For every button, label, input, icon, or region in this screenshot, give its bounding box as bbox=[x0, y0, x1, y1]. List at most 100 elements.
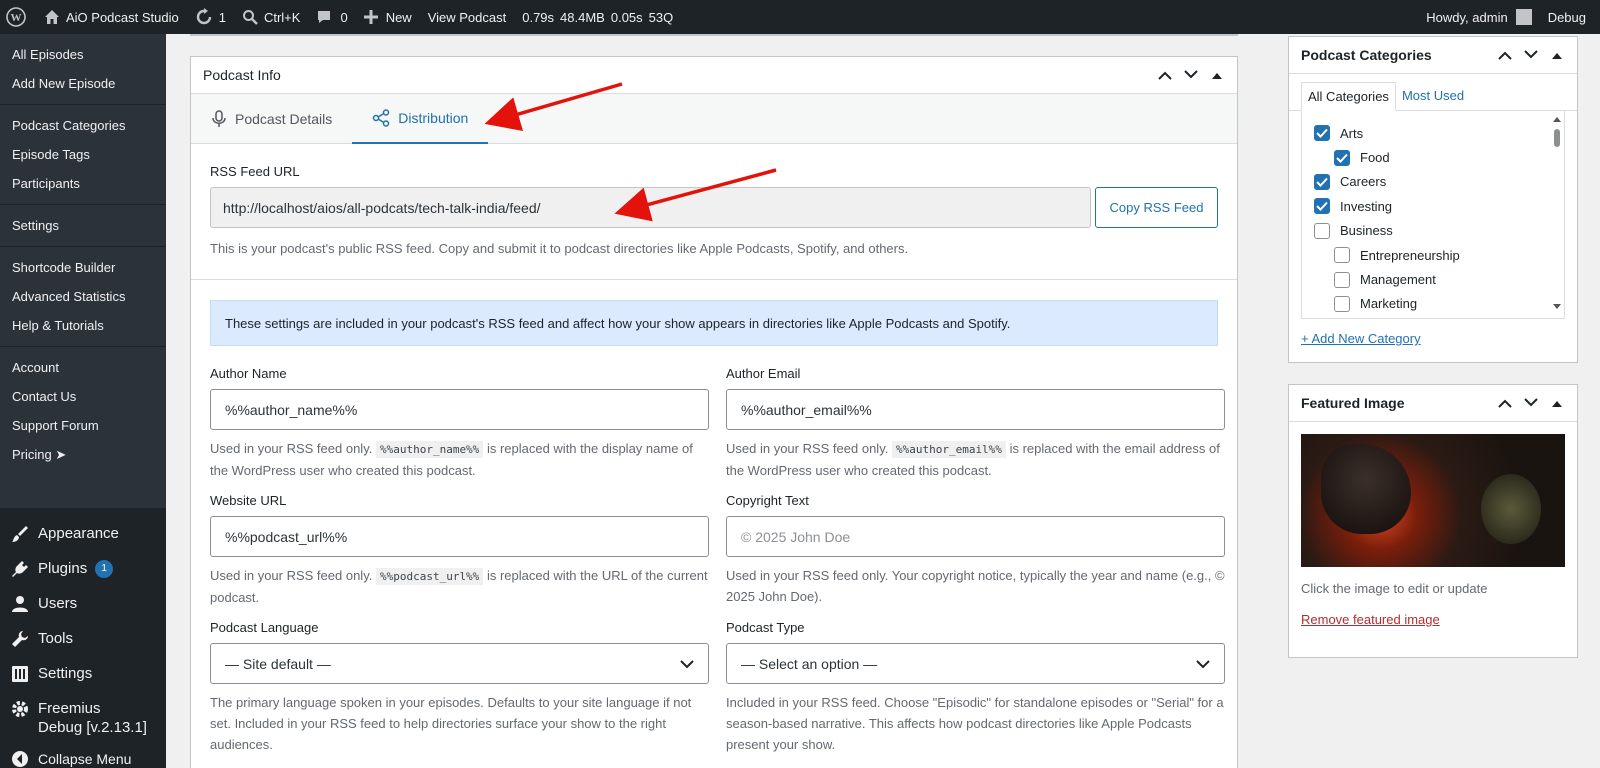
rss-settings-notice: These settings are included in your podc… bbox=[210, 300, 1218, 346]
submenu-all-episodes[interactable]: All Episodes bbox=[0, 40, 166, 69]
submenu-episode-tags[interactable]: Episode Tags bbox=[0, 140, 166, 169]
toggle-panel-icon[interactable] bbox=[1549, 395, 1565, 411]
plug-icon bbox=[10, 559, 30, 579]
toggle-panel-icon[interactable] bbox=[1549, 47, 1565, 63]
checklist-scrollbar[interactable] bbox=[1552, 115, 1562, 311]
category-item[interactable]: Business bbox=[1314, 219, 1552, 243]
chevron-down-icon bbox=[1196, 659, 1210, 668]
submenu-separator bbox=[0, 246, 166, 247]
author-name-hint: Used in your RSS feed only. %%author_nam… bbox=[210, 438, 709, 481]
view-podcast-link[interactable]: View Podcast bbox=[420, 0, 515, 34]
submenu-support-forum[interactable]: Support Forum bbox=[0, 411, 166, 440]
category-checkbox[interactable] bbox=[1314, 222, 1330, 239]
admin-bar: W AiO Podcast Studio 1 Ctrl+K 0 New View… bbox=[0, 0, 1600, 34]
menu-freemius-debug[interactable]: Freemius Debug [v.2.13.1] bbox=[0, 691, 166, 741]
category-item[interactable]: Marketing bbox=[1314, 292, 1552, 316]
podcast-submenu: All Episodes Add New Episode Podcast Cat… bbox=[0, 34, 166, 469]
menu-collapse-label: Collapse Menu bbox=[38, 750, 132, 767]
wordpress-logo-icon[interactable]: W bbox=[0, 0, 36, 34]
menu-appearance[interactable]: Appearance bbox=[0, 516, 166, 551]
rss-feed-url-field[interactable]: http://localhost/aios/all-podcats/tech-t… bbox=[210, 187, 1091, 228]
category-checkbox[interactable] bbox=[1334, 247, 1350, 264]
debug-menu[interactable]: Debug bbox=[1540, 0, 1600, 34]
website-url-hint: Used in your RSS feed only. %%podcast_ur… bbox=[210, 565, 709, 608]
chevron-down-icon bbox=[680, 659, 694, 668]
move-down-icon[interactable] bbox=[1523, 47, 1539, 63]
category-item[interactable]: Food bbox=[1314, 145, 1552, 169]
category-label: Food bbox=[1360, 150, 1390, 166]
category-checkbox[interactable] bbox=[1334, 149, 1350, 166]
copy-rss-feed-button[interactable]: Copy RSS Feed bbox=[1094, 187, 1218, 228]
author-name-field-group: Author Name %%author_name%% Used in your… bbox=[210, 366, 709, 481]
comments-count: 0 bbox=[340, 9, 348, 25]
site-name-link[interactable]: AiO Podcast Studio bbox=[36, 0, 187, 34]
author-name-label: Author Name bbox=[210, 366, 287, 381]
tab-podcast-details[interactable]: Podcast Details bbox=[191, 94, 352, 144]
tab-distribution[interactable]: Distribution bbox=[352, 94, 489, 144]
category-item[interactable]: Entrepreneurship bbox=[1314, 243, 1552, 267]
submenu-help-tutorials[interactable]: Help & Tutorials bbox=[0, 311, 166, 340]
move-down-icon[interactable] bbox=[1183, 67, 1199, 83]
website-url-input[interactable]: %%podcast_url%% bbox=[210, 516, 709, 557]
submenu-podcast-categories[interactable]: Podcast Categories bbox=[0, 111, 166, 140]
home-icon bbox=[45, 10, 59, 24]
website-url-label: Website URL bbox=[210, 493, 287, 508]
move-up-icon[interactable] bbox=[1497, 47, 1513, 63]
copyright-input[interactable]: © 2025 John Doe bbox=[726, 516, 1225, 557]
category-checkbox[interactable] bbox=[1314, 173, 1330, 190]
move-up-icon[interactable] bbox=[1497, 395, 1513, 411]
submenu-advanced-statistics[interactable]: Advanced Statistics bbox=[0, 282, 166, 311]
category-checkbox[interactable] bbox=[1334, 271, 1350, 288]
move-up-icon[interactable] bbox=[1157, 67, 1173, 83]
paintbrush-icon bbox=[10, 524, 30, 544]
category-item[interactable]: Arts bbox=[1314, 121, 1552, 145]
podcast-type-select[interactable]: — Select an option — bbox=[726, 643, 1225, 684]
menu-collapse[interactable]: Collapse Menu bbox=[0, 741, 166, 768]
user-icon bbox=[10, 594, 30, 614]
menu-users[interactable]: Users bbox=[0, 586, 166, 621]
updates-link[interactable]: 1 bbox=[187, 0, 234, 34]
author-email-input[interactable]: %%author_email%% bbox=[726, 389, 1225, 430]
remove-featured-image-link[interactable]: Remove featured image bbox=[1289, 596, 1577, 643]
howdy-text: Howdy, admin bbox=[1426, 9, 1508, 25]
menu-tools[interactable]: Tools bbox=[0, 621, 166, 656]
menu-plugins-label: Plugins bbox=[38, 560, 88, 577]
submenu-shortcode-builder[interactable]: Shortcode Builder bbox=[0, 253, 166, 282]
submenu-contact-us[interactable]: Contact Us bbox=[0, 382, 166, 411]
podcast-language-select[interactable]: — Site default — bbox=[210, 643, 709, 684]
category-item[interactable]: Management bbox=[1314, 267, 1552, 291]
featured-image-thumbnail[interactable] bbox=[1301, 434, 1565, 567]
scrollbar-thumb[interactable] bbox=[1554, 129, 1560, 147]
tab-most-used[interactable]: Most Used bbox=[1396, 82, 1470, 110]
category-checkbox[interactable] bbox=[1334, 295, 1350, 312]
submenu-account[interactable]: Account bbox=[0, 353, 166, 382]
author-name-input[interactable]: %%author_name%% bbox=[210, 389, 709, 430]
category-item[interactable]: Investing bbox=[1314, 194, 1552, 218]
move-down-icon[interactable] bbox=[1523, 395, 1539, 411]
category-item[interactable]: Careers bbox=[1314, 170, 1552, 194]
menu-settings[interactable]: Settings bbox=[0, 656, 166, 691]
submenu-add-new-episode[interactable]: Add New Episode bbox=[0, 69, 166, 98]
new-link[interactable]: New bbox=[356, 0, 420, 34]
submenu-separator bbox=[0, 204, 166, 205]
tab-all-categories[interactable]: All Categories bbox=[1301, 82, 1396, 111]
podcast-info-tabs: Podcast Details Distribution bbox=[191, 94, 1237, 144]
category-label: Entrepreneurship bbox=[1360, 247, 1460, 263]
account-menu[interactable]: Howdy, admin bbox=[1418, 0, 1539, 34]
submenu-pricing[interactable]: Pricing ➤ bbox=[0, 440, 166, 469]
category-tabs: All Categories Most Used bbox=[1289, 74, 1577, 111]
comments-link[interactable]: 0 bbox=[308, 0, 355, 34]
submenu-settings[interactable]: Settings bbox=[0, 211, 166, 240]
query-monitor[interactable]: 0.79s 48.4MB 0.05s 53Q bbox=[514, 0, 681, 34]
toggle-panel-icon[interactable] bbox=[1209, 67, 1225, 83]
category-checkbox[interactable] bbox=[1314, 125, 1330, 142]
submenu-participants[interactable]: Participants bbox=[0, 169, 166, 198]
add-new-category-link[interactable]: + Add New Category bbox=[1289, 319, 1577, 358]
search-link[interactable]: Ctrl+K bbox=[234, 0, 308, 34]
menu-plugins[interactable]: Plugins 1 bbox=[0, 551, 166, 586]
author-email-code: %%author_email%% bbox=[891, 441, 1006, 458]
category-checkbox[interactable] bbox=[1314, 198, 1330, 215]
author-email-label: Author Email bbox=[726, 366, 801, 381]
previous-box-edge bbox=[190, 34, 1238, 36]
podcast-categories-header: Podcast Categories bbox=[1289, 37, 1577, 74]
